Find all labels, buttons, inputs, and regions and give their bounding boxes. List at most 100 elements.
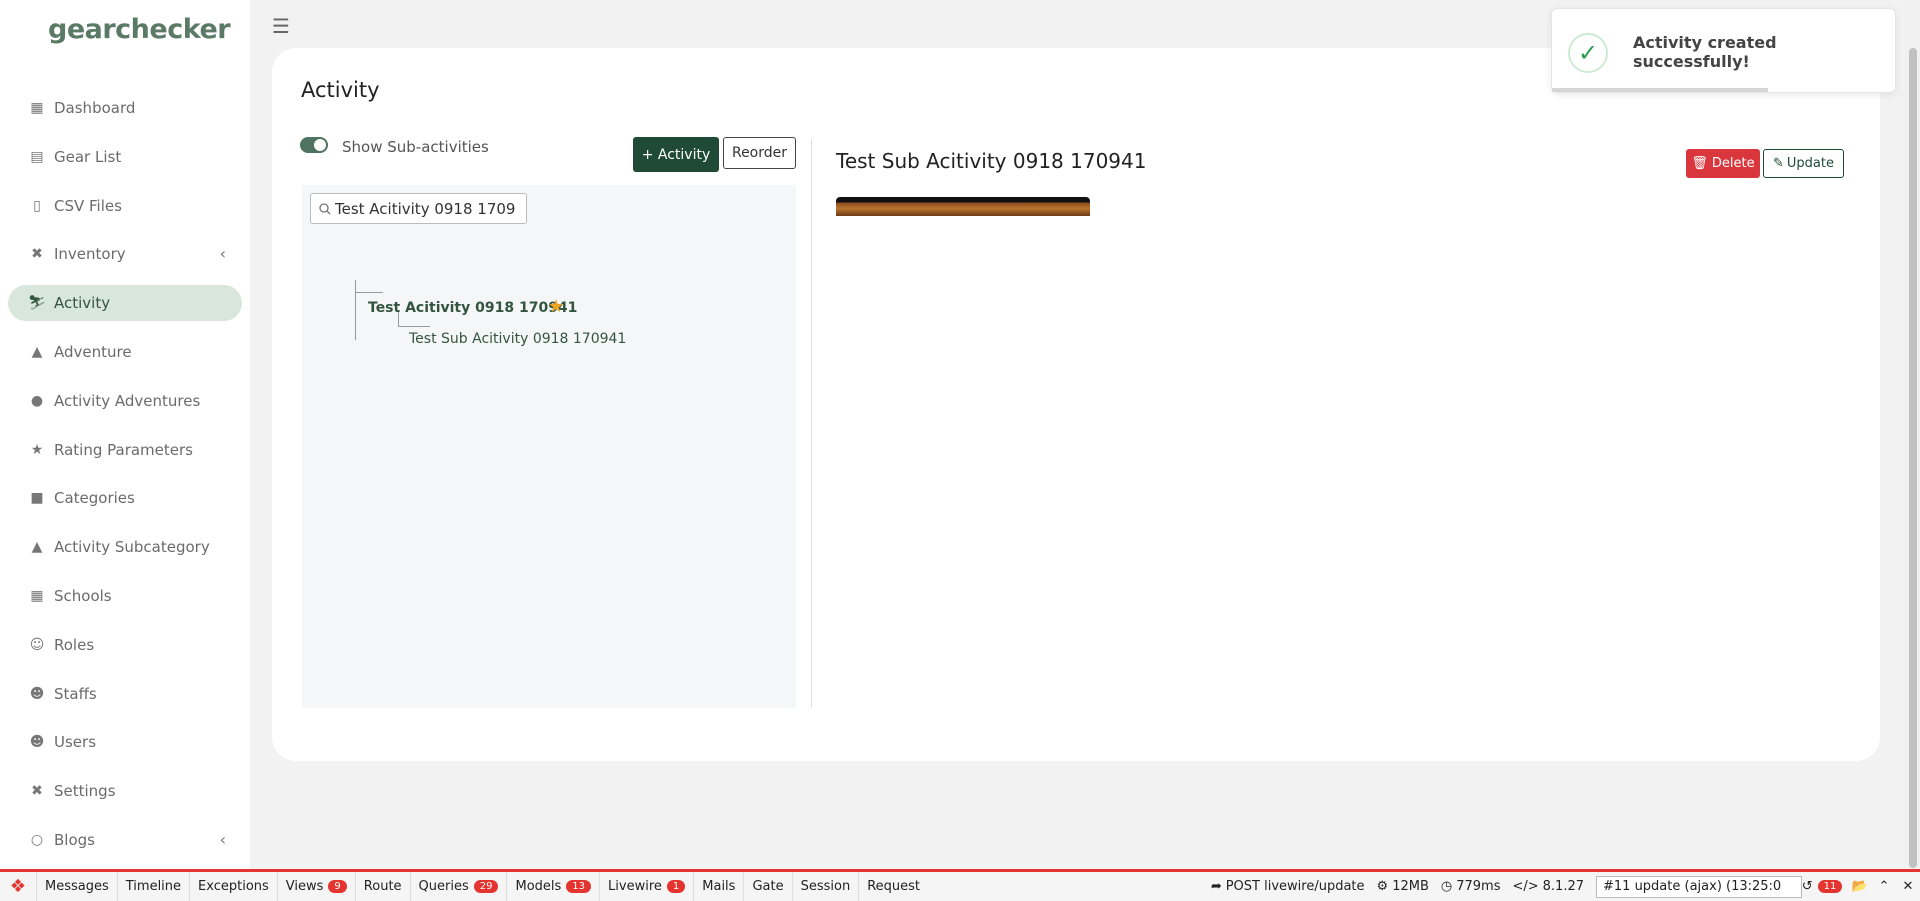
- file-icon: ▯: [33, 197, 41, 214]
- sidebar-item-label: Adventure: [54, 342, 132, 361]
- sidebar-item-dashboard[interactable]: ▦ Dashboard: [8, 90, 242, 126]
- sidebar-item-label: Categories: [54, 489, 135, 508]
- sidebar-item-label: Activity Subcategory: [54, 538, 210, 557]
- sidebar-item-activity-adventures[interactable]: ● Activity Adventures: [8, 383, 242, 419]
- sidebar-item-activity-subcategory[interactable]: ▲ Activity Subcategory: [8, 529, 242, 565]
- tree-icon: ●: [30, 392, 44, 409]
- debugbar-tab-session[interactable]: Session: [791, 872, 859, 901]
- sidebar: gearchecker ▦ Dashboard ▤ Gear List ▯ CSV Fil…: [0, 0, 250, 869]
- socks-icon: ■: [30, 490, 44, 507]
- debugbar-tab-label: Timeline: [125, 879, 182, 894]
- debugbar-tab-models[interactable]: Models 13: [506, 872, 599, 901]
- debugbar-tab-messages[interactable]: Messages: [36, 872, 117, 901]
- debugbar-tab-badge: 29: [473, 880, 499, 893]
- debugbar-tab-views[interactable]: Views 9: [276, 872, 355, 901]
- sidebar-item-label: Schools: [54, 586, 112, 605]
- delete-label: Delete: [1711, 156, 1755, 171]
- tree-connector: [398, 326, 430, 327]
- sidebar-item-users[interactable]: ☻ Users: [8, 724, 242, 760]
- sidebar-item-label: Roles: [54, 635, 95, 654]
- debugbar-tab-label: Queries: [418, 879, 469, 894]
- chevron-left-icon: ‹: [219, 829, 226, 849]
- sidebar-item-inventory[interactable]: ✖ Inventory ‹: [8, 236, 242, 272]
- chevron-left-icon: ‹: [219, 244, 226, 264]
- sidebar-item-csv-files[interactable]: ▯ CSV Files: [8, 188, 242, 224]
- debugbar-tabs: Messages Timeline Exceptions Views 9 Route Que…: [36, 872, 928, 901]
- history-icon[interactable]: ↺ 11: [1802, 879, 1843, 894]
- page-scrollbar[interactable]: [1906, 0, 1920, 869]
- debugbar-tab-gate[interactable]: Gate: [743, 872, 791, 901]
- star-icon: ★: [548, 296, 565, 317]
- debugbar-tab-badge: 13: [566, 880, 592, 893]
- cogs-icon: ⚙: [1376, 879, 1389, 894]
- school-icon: ▦: [30, 587, 44, 604]
- toast-message: Activity created successfully!: [1633, 33, 1777, 71]
- search-box: [310, 193, 527, 224]
- face-icon: ☺: [29, 636, 45, 653]
- shapes-icon: ▲: [31, 539, 43, 556]
- detail-title: Test Sub Acitivity 0918 170941: [836, 149, 1147, 173]
- request-history-select[interactable]: #11 update (ajax) (13:25:0: [1596, 875, 1802, 898]
- main-card: Activity Show Sub-activities + Activity …: [272, 48, 1880, 761]
- sidebar-item-categories[interactable]: ■ Categories: [8, 480, 242, 516]
- debugbar-tab-request[interactable]: Request: [858, 872, 928, 901]
- scrollbar-thumb[interactable]: [1909, 48, 1917, 868]
- update-button[interactable]: ✎ Update: [1763, 149, 1844, 178]
- page-title: Activity: [301, 78, 380, 102]
- debugbar-tab-route[interactable]: Route: [354, 872, 410, 901]
- debugbar-tab-queries[interactable]: Queries 29: [409, 872, 507, 901]
- folder-icon[interactable]: 📂: [1848, 879, 1872, 894]
- sidebar-item-gear-list[interactable]: ▤ Gear List: [8, 139, 242, 175]
- check-icon: ✓: [1568, 33, 1608, 73]
- hamburger-menu-icon[interactable]: ☰: [272, 14, 290, 38]
- debugbar-tab-livewire[interactable]: Livewire 1: [599, 872, 693, 901]
- app-logo[interactable]: gearchecker: [48, 14, 231, 45]
- search-input[interactable]: [335, 199, 515, 218]
- search-icon: [319, 202, 331, 214]
- chevron-up-icon[interactable]: ⌃: [1872, 879, 1896, 894]
- sidebar-item-schools[interactable]: ▦ Schools: [8, 578, 242, 614]
- debugbar-tab-badge: 9: [328, 880, 347, 893]
- debugbar-tab-label: Gate: [752, 879, 784, 894]
- debugbar-tab-label: Request: [867, 879, 921, 894]
- close-icon[interactable]: ✕: [1896, 879, 1920, 894]
- tree-node-child[interactable]: Test Sub Acitivity 0918 170941: [409, 331, 626, 347]
- show-sub-activities-toggle[interactable]: [300, 137, 328, 153]
- mountain-icon: ▲: [31, 343, 43, 360]
- sidebar-item-settings[interactable]: ✖ Settings: [8, 773, 242, 809]
- dashboard-icon: ▦: [30, 100, 44, 116]
- sidebar-item-label: Blogs: [54, 830, 95, 849]
- sidebar-item-blogs[interactable]: ○ Blogs ‹: [8, 822, 242, 858]
- gear-list-icon: ▤: [30, 148, 44, 165]
- debugbar-tab-label: Livewire: [608, 879, 662, 894]
- pencil-icon: ✎: [1773, 156, 1784, 171]
- sidebar-item-roles[interactable]: ☺ Roles: [8, 627, 242, 663]
- debugbar-tab-exceptions[interactable]: Exceptions: [189, 872, 277, 901]
- debugbar-tab-label: Models: [515, 879, 562, 894]
- sidebar-item-activity[interactable]: ⛷ Activity: [8, 285, 242, 322]
- sidebar-nav: ▦ Dashboard ▤ Gear List ▯ CSV Files ✖ Inventory…: [0, 90, 250, 871]
- circle-icon: ○: [30, 831, 44, 848]
- sidebar-item-adventure[interactable]: ▲ Adventure: [8, 334, 242, 370]
- success-toast: ✓ Activity created successfully!: [1551, 8, 1896, 93]
- sidebar-item-rating-parameters[interactable]: ★ Rating Parameters: [8, 432, 242, 468]
- tree-connector: [355, 292, 383, 293]
- debugbar-tab-mails[interactable]: Mails: [693, 872, 743, 901]
- sidebar-item-staffs[interactable]: ☻ Staffs: [8, 676, 242, 712]
- share-icon: ➦: [1210, 879, 1222, 894]
- laravel-logo-icon[interactable]: ❖: [0, 872, 36, 901]
- debugbar-tab-label: Mails: [702, 879, 736, 894]
- tree-node-root[interactable]: Test Acitivity 0918 170941: [368, 300, 577, 316]
- debugbar: ❖ Messages Timeline Exceptions Views 9 Route Q…: [0, 869, 1920, 901]
- update-label: Update: [1786, 156, 1834, 171]
- debugbar-tab-timeline[interactable]: Timeline: [116, 872, 189, 901]
- request-text: POST livewire/update: [1225, 879, 1365, 894]
- reorder-button[interactable]: Reorder: [723, 137, 796, 169]
- php-version-text: 8.1.27: [1542, 879, 1584, 894]
- toast-progress-bar: [1552, 88, 1768, 92]
- sidebar-item-label: Settings: [54, 782, 116, 801]
- add-activity-button[interactable]: + Activity: [633, 137, 719, 172]
- sidebar-item-label: CSV Files: [54, 196, 122, 215]
- delete-button[interactable]: 🗑 Delete: [1686, 149, 1760, 178]
- trash-icon: 🗑: [1691, 156, 1708, 171]
